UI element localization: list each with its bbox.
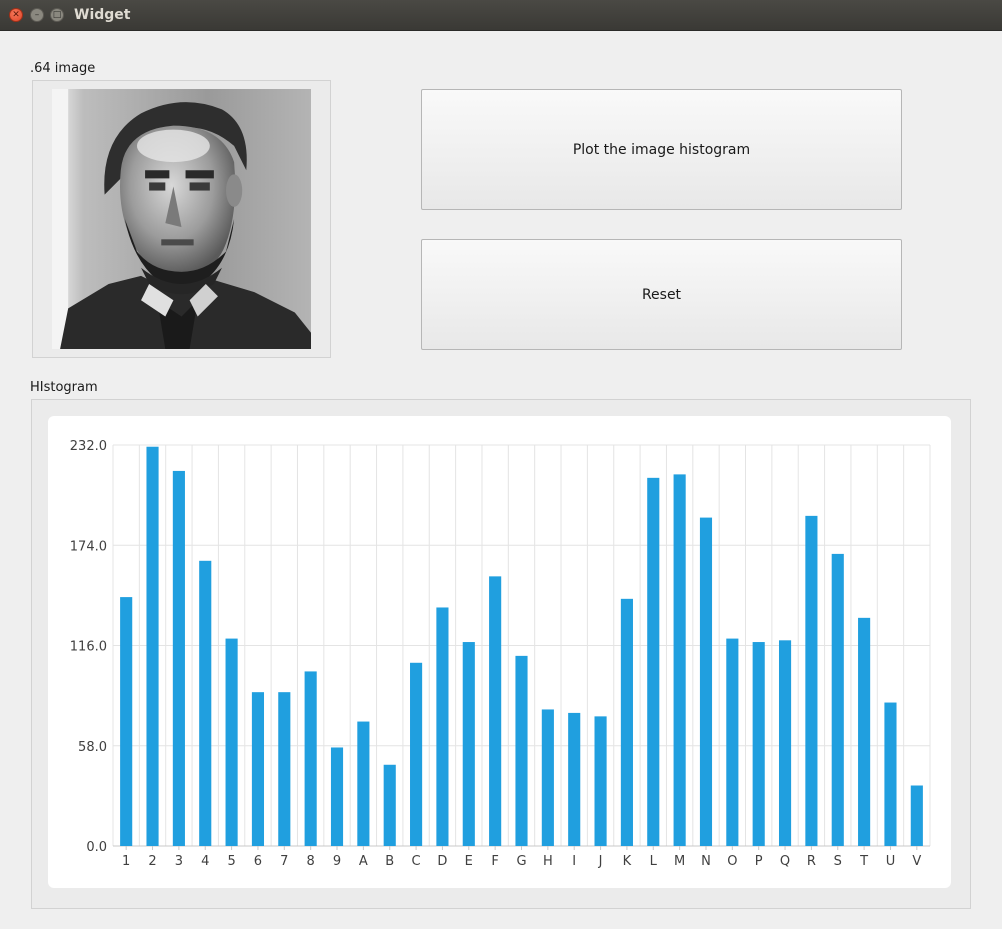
maximize-icon: □ [52, 9, 62, 20]
minimize-icon: – [34, 9, 40, 20]
close-icon: ✕ [12, 9, 20, 20]
plot-histogram-button-label: Plot the image histogram [572, 141, 751, 158]
plot-histogram-button[interactable]: Plot the image histogram [421, 89, 902, 210]
close-window-button[interactable]: ✕ [9, 8, 23, 22]
maximize-window-button[interactable]: □ [50, 8, 64, 22]
histogram-group-label: HIstogram [30, 380, 98, 395]
portrait-image [52, 89, 311, 349]
window-titlebar[interactable]: ✕ – □ Widget [0, 0, 1002, 31]
minimize-window-button[interactable]: – [30, 8, 44, 22]
image-group-label: .64 image [30, 61, 96, 76]
window-title: Widget [74, 7, 131, 23]
reset-button[interactable]: Reset [421, 239, 902, 350]
reset-button-label: Reset [641, 286, 682, 303]
chart-panel [48, 416, 951, 888]
